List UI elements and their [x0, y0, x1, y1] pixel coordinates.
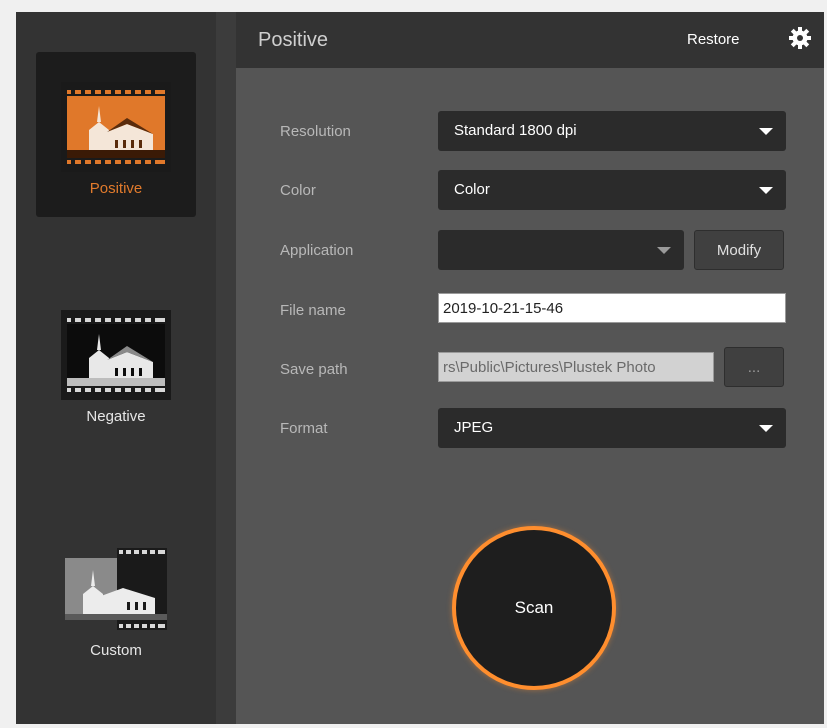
page-title: Positive — [258, 29, 329, 51]
browse-button[interactable]: ... — [724, 347, 784, 387]
format-value: JPEG — [454, 419, 494, 436]
positive-film-icon — [61, 82, 171, 172]
custom-film-icon — [61, 544, 171, 634]
negative-film-icon — [61, 310, 171, 400]
mode-custom[interactable]: Custom — [36, 514, 196, 679]
file-name-field[interactable] — [438, 293, 786, 323]
gear-icon[interactable] — [788, 26, 812, 50]
color-select[interactable]: Color — [438, 170, 786, 210]
restore-button[interactable]: Restore — [687, 31, 740, 48]
save-path-label: Save path — [280, 361, 348, 378]
save-path-field[interactable] — [438, 352, 714, 382]
modify-button[interactable]: Modify — [694, 230, 784, 270]
panel-header: Positive Restore — [236, 12, 824, 68]
mode-negative[interactable]: Negative — [36, 280, 196, 445]
format-select[interactable]: JPEG — [438, 408, 786, 448]
mode-custom-label: Custom — [90, 642, 142, 659]
mode-positive-label: Positive — [89, 180, 143, 197]
resolution-select[interactable]: Standard 1800 dpi — [438, 111, 786, 151]
file-name-label: File name — [280, 302, 346, 319]
chevron-down-icon — [759, 425, 773, 432]
scan-button[interactable]: Scan — [452, 526, 616, 690]
settings-panel: Positive Restore Resolution Standard 180… — [236, 12, 824, 724]
mode-negative-label: Negative — [86, 408, 146, 425]
resolution-value: Standard 1800 dpi — [454, 122, 577, 139]
chevron-down-icon — [657, 247, 671, 254]
application-select[interactable] — [438, 230, 684, 270]
application-label: Application — [280, 242, 354, 259]
chevron-down-icon — [759, 187, 773, 194]
chevron-down-icon — [759, 128, 773, 135]
mode-sidebar: Positive Negative Custom — [16, 12, 216, 724]
color-label: Color — [280, 182, 316, 199]
mode-positive[interactable]: Positive — [36, 52, 196, 217]
color-value: Color — [454, 181, 490, 198]
format-label: Format — [280, 420, 328, 437]
scanner-app-window: Positive Negative Custom Positive Restor… — [16, 12, 824, 724]
resolution-label: Resolution — [280, 123, 351, 140]
scan-button-label: Scan — [514, 598, 554, 617]
